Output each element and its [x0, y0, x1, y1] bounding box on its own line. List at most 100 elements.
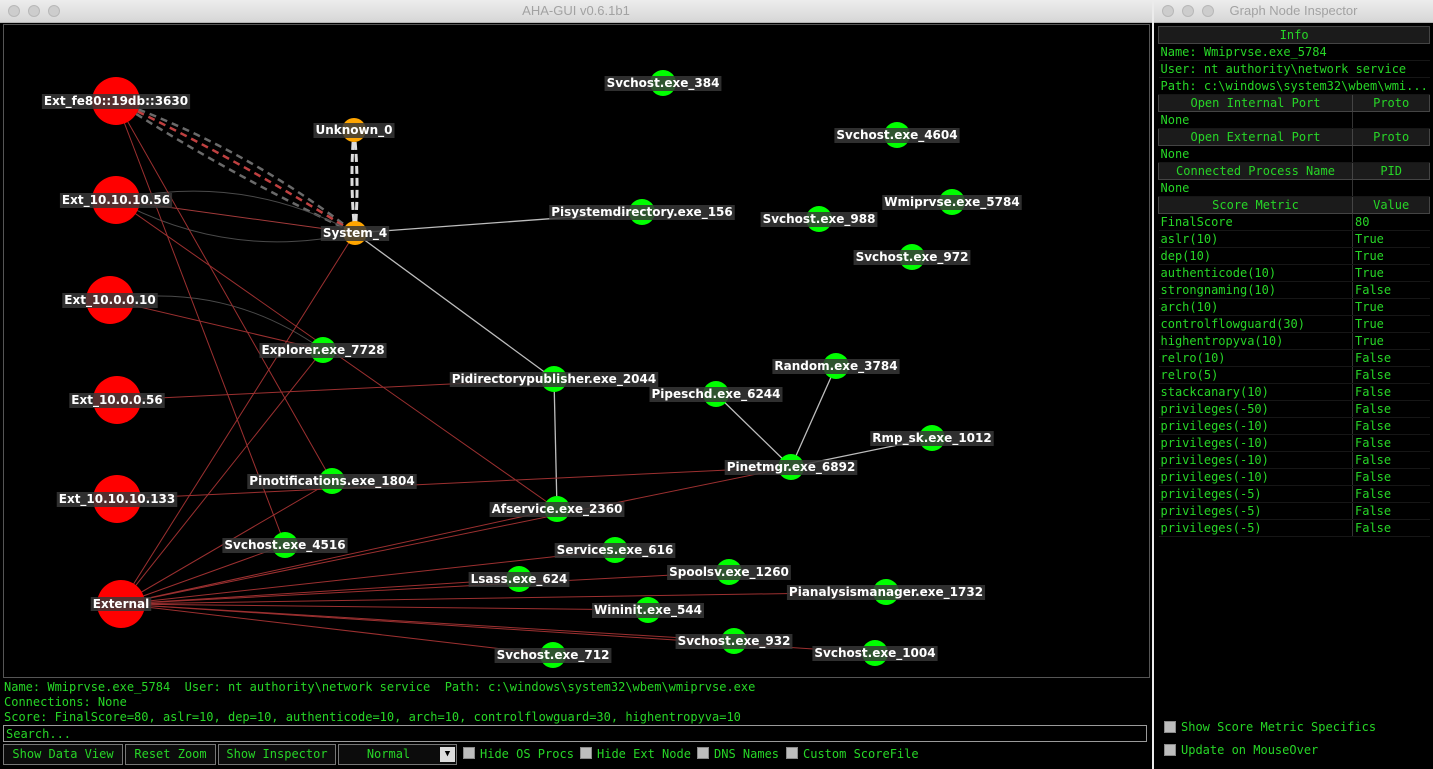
graph-node-label: Pinetmgr.exe_6892	[727, 460, 856, 475]
inspector-title: Graph Node Inspector	[1229, 3, 1358, 18]
info-user[interactable]: User: nt authority\network service	[1158, 60, 1430, 78]
open-external-proto-header[interactable]: Proto	[1351, 128, 1431, 146]
graph-edge	[115, 99, 356, 234]
score-metric-value: False	[1351, 502, 1430, 520]
graph-node-label: Svchost.exe_712	[497, 648, 610, 663]
info-path[interactable]: Path: c:\windows\system32\wbem\wmi...	[1158, 77, 1430, 95]
score-row[interactable]: dep(10) True	[1158, 247, 1430, 265]
hide-ext-node-checkbox[interactable]	[580, 747, 592, 759]
score-metric-name: relro(10)	[1158, 349, 1353, 367]
open-internal-proto-header[interactable]: Proto	[1351, 94, 1431, 112]
show-score-metric-specifics-checkbox[interactable]	[1164, 721, 1176, 733]
score-row[interactable]: privileges(-5) False	[1158, 519, 1430, 537]
close-window-button[interactable]	[8, 5, 20, 17]
graph-edge	[715, 393, 792, 468]
score-metric-name: authenticode(10)	[1158, 264, 1353, 282]
custom-scorefile-checkbox[interactable]	[786, 747, 798, 759]
score-metric-value: False	[1351, 485, 1430, 503]
score-row[interactable]: privileges(-5) False	[1158, 502, 1430, 520]
score-row[interactable]: aslr(10) True	[1158, 230, 1430, 248]
score-value-header[interactable]: Value	[1351, 196, 1431, 214]
score-metric-name: controlflowguard(30)	[1158, 315, 1353, 333]
score-metric-value: False	[1351, 434, 1430, 452]
info-name[interactable]: Name: Wmiprvse.exe_5784	[1158, 43, 1430, 61]
score-metric-name: privileges(-5)	[1158, 485, 1353, 503]
show-data-view-button[interactable]: Show Data View	[3, 744, 123, 765]
score-metric-value: True	[1351, 315, 1430, 333]
inspector-titlebar[interactable]: Graph Node Inspector	[1154, 0, 1433, 23]
show-inspector-button[interactable]: Show Inspector	[218, 744, 336, 765]
graph-node-label: Svchost.exe_988	[763, 212, 876, 227]
score-row[interactable]: relro(5) False	[1158, 366, 1430, 384]
open-external-port-value[interactable]: None	[1158, 145, 1353, 163]
score-row[interactable]: privileges(-50) False	[1158, 400, 1430, 418]
status-line-connections: Connections: None	[4, 695, 127, 709]
dns-names-checkbox[interactable]	[697, 747, 709, 759]
graph-svg[interactable]: Ext_fe80::19db::3630Ext_10.10.10.56Ext_1…	[4, 25, 1149, 677]
minimize-window-button[interactable]	[28, 5, 40, 17]
score-metric-value: False	[1351, 468, 1430, 486]
score-row[interactable]: controlflowguard(30) True	[1158, 315, 1430, 333]
inspector-zoom-button[interactable]	[1202, 5, 1214, 17]
zoom-window-button[interactable]	[48, 5, 60, 17]
reset-zoom-button[interactable]: Reset Zoom	[125, 744, 216, 765]
graph-node-label: Ext_10.10.10.133	[59, 492, 176, 507]
score-metric-name: highentropyva(10)	[1158, 332, 1353, 350]
chevron-down-icon[interactable]: ▼	[440, 747, 455, 762]
graph-node-label: Spoolsv.exe_1260	[669, 565, 789, 580]
graph-canvas[interactable]: Ext_fe80::19db::3630 Ext_10.10.10.56 Ext_1…	[3, 24, 1150, 678]
score-metric-value: False	[1351, 400, 1430, 418]
graph-node-label: Pinotifications.exe_1804	[249, 474, 414, 489]
window-title: AHA-GUI v0.6.1b1	[522, 3, 630, 18]
graph-node-label: Lsass.exe_624	[471, 572, 568, 587]
open-external-port-header[interactable]: Open External Port	[1158, 128, 1353, 146]
score-metric-value: False	[1351, 417, 1430, 435]
hide-ext-node-label: Hide Ext Node	[597, 747, 691, 761]
score-row[interactable]: privileges(-10) False	[1158, 468, 1430, 486]
score-metric-name: privileges(-10)	[1158, 434, 1353, 452]
score-metric-value: False	[1351, 281, 1430, 299]
score-metric-name: privileges(-10)	[1158, 417, 1353, 435]
score-row[interactable]: relro(10) False	[1158, 349, 1430, 367]
score-row[interactable]: privileges(-5) False	[1158, 485, 1430, 503]
score-metric-name: stackcanary(10)	[1158, 383, 1353, 401]
graph-node-label: Unknown_0	[315, 123, 392, 138]
score-metric-value: True	[1351, 264, 1430, 282]
update-on-mouseover-checkbox[interactable]	[1164, 744, 1176, 756]
score-row[interactable]: privileges(-10) False	[1158, 451, 1430, 469]
score-row[interactable]: privileges(-10) False	[1158, 417, 1430, 435]
graph-edge	[120, 603, 554, 656]
score-row[interactable]: highentropyva(10) True	[1158, 332, 1430, 350]
graph-node-label: Random.exe_3784	[774, 359, 897, 374]
score-row[interactable]: FinalScore 80	[1158, 213, 1430, 231]
dns-names-label: DNS Names	[714, 747, 780, 761]
inspector-minimize-button[interactable]	[1182, 5, 1194, 17]
connected-process-value[interactable]: None	[1158, 179, 1353, 197]
graph-node-label: Afservice.exe_2360	[492, 502, 623, 517]
score-row[interactable]: authenticode(10) True	[1158, 264, 1430, 282]
search-input[interactable]: Search...	[3, 725, 1147, 742]
graph-node-label: Svchost.exe_4516	[224, 538, 345, 553]
graph-edge	[790, 365, 837, 468]
custom-scorefile-label: Custom ScoreFile	[803, 747, 919, 761]
connected-pid-header[interactable]: PID	[1351, 162, 1431, 180]
score-metric-header[interactable]: Score Metric	[1158, 196, 1353, 214]
score-row[interactable]: stackcanary(10) False	[1158, 383, 1430, 401]
score-row[interactable]: strongnaming(10) False	[1158, 281, 1430, 299]
view-mode-dropdown[interactable]: Normal ▼	[338, 744, 457, 765]
open-internal-port-value[interactable]: None	[1158, 111, 1353, 129]
graph-node-label: Services.exe_616	[557, 543, 674, 558]
hide-os-procs-checkbox[interactable]	[463, 747, 475, 759]
score-row[interactable]: privileges(-10) False	[1158, 434, 1430, 452]
inspector-close-button[interactable]	[1162, 5, 1174, 17]
connected-process-header[interactable]: Connected Process Name	[1158, 162, 1353, 180]
score-metric-name: privileges(-10)	[1158, 451, 1353, 469]
show-score-metric-specifics-label: Show Score Metric Specifics	[1181, 720, 1377, 734]
graph-node-label: Explorer.exe_7728	[261, 343, 384, 358]
score-metric-name: aslr(10)	[1158, 230, 1353, 248]
main-titlebar[interactable]: AHA-GUI v0.6.1b1	[0, 0, 1152, 23]
score-metric-value: True	[1351, 230, 1430, 248]
score-row[interactable]: arch(10) True	[1158, 298, 1430, 316]
hide-os-procs-label: Hide OS Procs	[480, 747, 574, 761]
open-internal-port-header[interactable]: Open Internal Port	[1158, 94, 1353, 112]
